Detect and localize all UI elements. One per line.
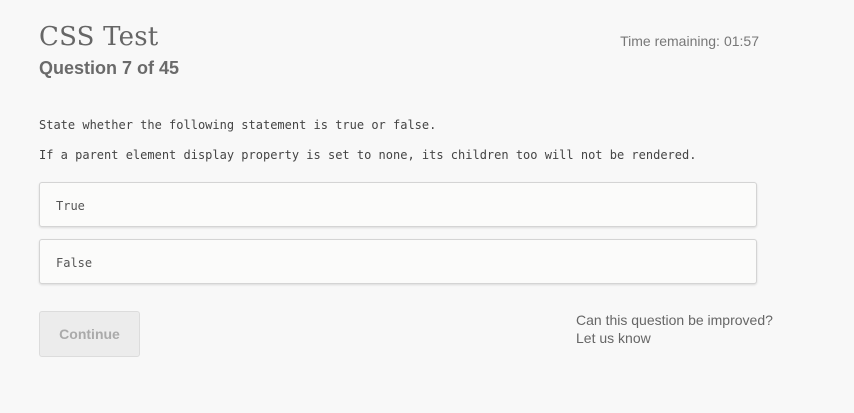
time-remaining: Time remaining: 01:57 (620, 33, 759, 49)
page-title: CSS Test (39, 22, 159, 52)
answer-option-true[interactable]: True (39, 182, 757, 227)
question-statement: If a parent element display property is … (39, 148, 697, 162)
answer-option-label: False (56, 256, 93, 270)
continue-button[interactable]: Continue (39, 311, 140, 357)
quiz-page: CSS Test Question 7 of 45 Time remaining… (0, 0, 854, 413)
feedback-prompt: Can this question be improved? (576, 312, 773, 328)
question-counter: Question 7 of 45 (39, 58, 180, 78)
timer-label: Time remaining: (620, 33, 720, 49)
answer-option-false[interactable]: False (39, 239, 757, 284)
feedback-link[interactable]: Let us know (576, 329, 651, 347)
feedback-section: Can this question be improved? Let us kn… (576, 311, 773, 347)
question-instruction: State whether the following statement is… (39, 118, 437, 132)
timer-value: 01:57 (723, 33, 759, 49)
answer-option-label: True (56, 199, 85, 213)
